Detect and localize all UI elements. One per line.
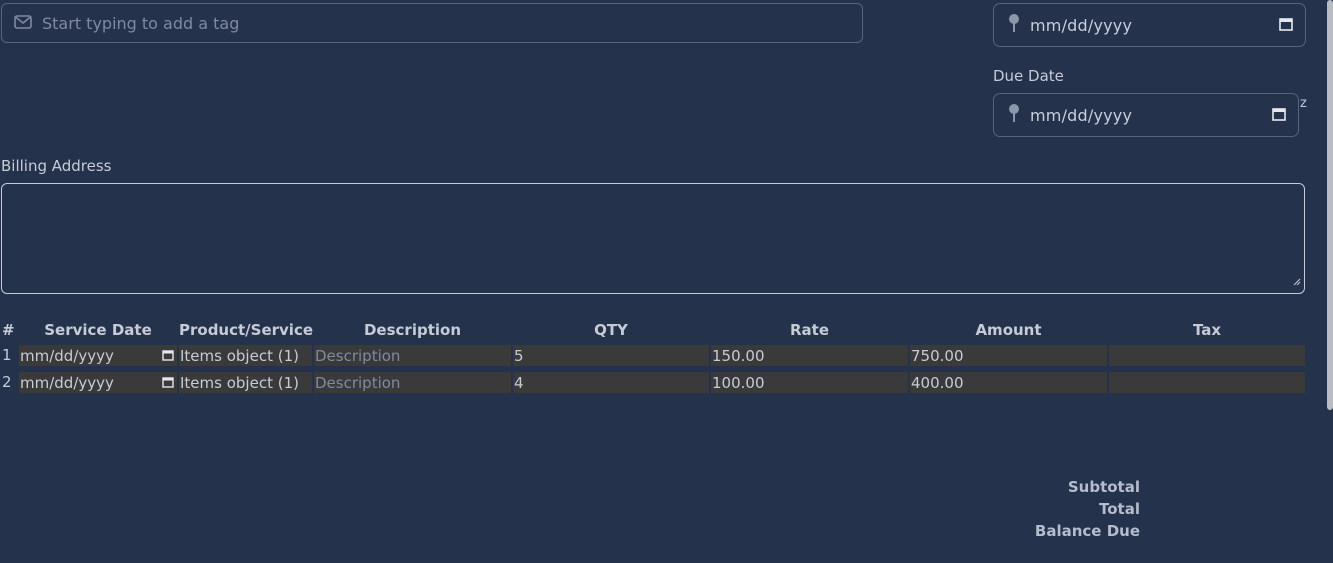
invoice-date-input[interactable]: mm/dd/yyyy bbox=[993, 3, 1306, 47]
header-product-service: Product/Service bbox=[179, 321, 314, 339]
tax-input[interactable] bbox=[1109, 345, 1305, 366]
product-select[interactable]: Items object (1) bbox=[179, 345, 312, 366]
stray-text: z bbox=[1300, 96, 1307, 111]
amount-input[interactable]: 400.00 bbox=[910, 372, 1107, 393]
service-date-input[interactable]: mm/dd/yyyy bbox=[19, 345, 177, 366]
product-select[interactable]: Items object (1) bbox=[179, 372, 312, 393]
header-number: # bbox=[2, 321, 15, 339]
qty-input[interactable]: 4 bbox=[513, 372, 709, 393]
row-number: 1 bbox=[2, 346, 12, 364]
header-qty: QTY bbox=[594, 321, 628, 339]
calendar-icon[interactable] bbox=[1279, 16, 1293, 35]
rate-input[interactable]: 100.00 bbox=[711, 372, 908, 393]
balance-due-label: Balance Due bbox=[1034, 522, 1140, 540]
tax-input[interactable] bbox=[1109, 372, 1305, 393]
header-amount: Amount bbox=[975, 321, 1042, 339]
due-date-label: Due Date bbox=[993, 67, 1064, 85]
header-rate: Rate bbox=[789, 321, 830, 339]
description-input[interactable]: Description bbox=[314, 345, 511, 366]
billing-address-label: Billing Address bbox=[1, 157, 112, 175]
resize-grip-icon[interactable] bbox=[1293, 271, 1301, 290]
header-service-date: Service Date bbox=[44, 321, 152, 339]
calendar-icon[interactable] bbox=[162, 374, 174, 392]
due-date-input[interactable]: mm/dd/yyyy bbox=[993, 93, 1299, 137]
scrollbar[interactable] bbox=[1327, 0, 1333, 410]
amount-input[interactable]: 750.00 bbox=[910, 345, 1107, 366]
tag-input[interactable]: Start typing to add a tag bbox=[1, 3, 863, 43]
service-date-input[interactable]: mm/dd/yyyy bbox=[19, 372, 177, 393]
pin-icon bbox=[1008, 13, 1020, 37]
row-number: 2 bbox=[2, 373, 12, 391]
calendar-icon[interactable] bbox=[162, 347, 174, 365]
tag-input-placeholder: Start typing to add a tag bbox=[42, 13, 240, 33]
pin-icon bbox=[1008, 103, 1020, 127]
mail-icon bbox=[14, 14, 32, 33]
qty-input[interactable]: 5 bbox=[513, 345, 709, 366]
description-input[interactable]: Description bbox=[314, 372, 511, 393]
header-tax: Tax bbox=[1192, 321, 1222, 339]
billing-address-textarea[interactable] bbox=[1, 183, 1305, 294]
calendar-icon[interactable] bbox=[1272, 106, 1286, 125]
rate-input[interactable]: 150.00 bbox=[711, 345, 908, 366]
invoice-date-value: mm/dd/yyyy bbox=[1030, 15, 1133, 35]
total-label: Total bbox=[1099, 500, 1140, 518]
due-date-value: mm/dd/yyyy bbox=[1030, 105, 1133, 125]
subtotal-label: Subtotal bbox=[1067, 478, 1140, 496]
header-description: Description bbox=[363, 321, 462, 339]
